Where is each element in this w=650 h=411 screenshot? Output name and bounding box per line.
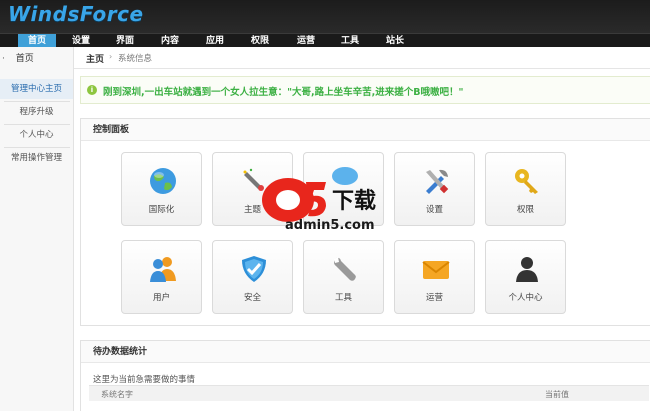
svg-text:下载: 下载 (332, 188, 376, 214)
sidebar: · 首页 管理中心主页 程序升级 个人中心 常用操作管理 (0, 47, 74, 411)
info-icon: i (87, 85, 97, 95)
breadcrumb: 主页 › 系统信息 (74, 47, 650, 69)
nav-webmaster[interactable]: 站长 (376, 34, 414, 48)
nav-tools[interactable]: 工具 (331, 34, 369, 48)
shield-icon (242, 256, 266, 282)
sidebar-item-profile[interactable]: 个人中心 (0, 125, 73, 145)
nav-interface[interactable]: 界面 (106, 34, 144, 48)
nav-operations[interactable]: 运营 (287, 34, 325, 48)
tile-security[interactable]: 安全 (212, 240, 293, 314)
tile-label: 设置 (425, 205, 443, 215)
column-header-name: 系统名字 (101, 390, 133, 399)
tile-label: 用户 (152, 293, 170, 303)
tile-label: 个人中心 (508, 293, 543, 303)
tile-label: 工具 (334, 293, 352, 303)
stats-description: 这里为当前急需要做的事情 (93, 375, 196, 385)
stats-panel-title: 待办数据统计 (81, 341, 650, 363)
person-icon (516, 257, 538, 282)
tile-label: 权限 (516, 205, 534, 215)
app-logo[interactable]: WindsForce (8, 2, 144, 26)
notice-bar: i 刚到深圳,一出车站就遇到一个女人拉生意："大哥,路上坐车辛苦,进来搓个B哦嗷… (80, 76, 650, 104)
main-nav: 首页 设置 界面 内容 应用 权限 运营 工具 站长 (0, 33, 650, 48)
breadcrumb-current: 系统信息 (118, 54, 153, 64)
sidebar-head: · 首页 (0, 47, 73, 71)
column-header-value: 当前值 (545, 390, 569, 399)
nav-apps[interactable]: 应用 (196, 34, 234, 48)
top-header: WindsForce (0, 0, 650, 33)
stats-panel: 待办数据统计 这里为当前急需要做的事情 系统名字 当前值 (80, 340, 650, 411)
tile-i18n[interactable]: 国际化 (121, 152, 202, 226)
control-panel-title: 控制面板 (81, 119, 650, 141)
sidebar-item-common[interactable]: 常用操作管理 (0, 148, 73, 168)
notice-text: 刚到深圳,一出车站就遇到一个女人拉生意："大哥,路上坐车辛苦,进来搓个B哦嗷吧！… (103, 87, 464, 98)
sidebar-head-prefix: · (2, 54, 5, 64)
sidebar-item-upgrade[interactable]: 程序升级 (0, 102, 73, 122)
nav-content[interactable]: 内容 (151, 34, 189, 48)
tile-label: 运营 (425, 293, 443, 303)
tile-permissions[interactable]: 权限 (485, 152, 566, 226)
globe-icon (150, 168, 176, 194)
tile-users[interactable]: 用户 (121, 240, 202, 314)
users-icon (150, 257, 176, 282)
tile-label: 安全 (243, 293, 261, 303)
watermark-text: admin5.com (285, 218, 375, 233)
sidebar-head-label: 首页 (15, 54, 34, 64)
mail-icon (422, 261, 450, 279)
tools-icon (426, 169, 449, 194)
key-icon (515, 169, 538, 194)
tile-tools[interactable]: 工具 (303, 240, 384, 314)
tile-profile[interactable]: 个人中心 (485, 240, 566, 314)
tile-label: 国际化 (148, 205, 175, 215)
breadcrumb-separator: › (109, 52, 113, 61)
sidebar-item-dashboard[interactable]: 管理中心主页 (0, 79, 73, 99)
stats-table-header: 系统名字 当前值 (89, 385, 649, 401)
wrench-icon (334, 257, 356, 281)
breadcrumb-home[interactable]: 主页 (86, 52, 104, 65)
nav-home[interactable]: 首页 (18, 34, 56, 48)
nav-permissions[interactable]: 权限 (241, 34, 279, 48)
tile-operations[interactable]: 运营 (394, 240, 475, 314)
nav-settings[interactable]: 设置 (62, 34, 100, 48)
tile-settings[interactable]: 设置 (394, 152, 475, 226)
